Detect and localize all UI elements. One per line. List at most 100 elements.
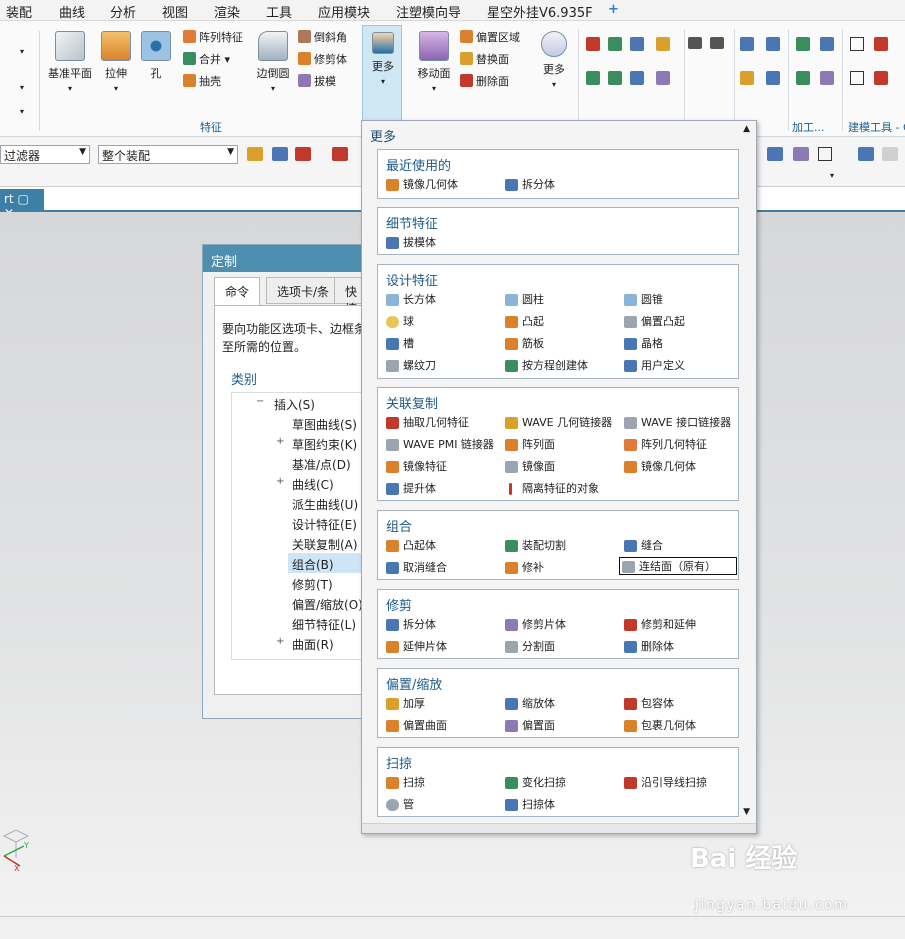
cmd-thicken[interactable]: 加厚 bbox=[384, 695, 425, 713]
form-icon[interactable] bbox=[874, 37, 888, 51]
cmd-trim-and-extend[interactable]: 修剪和延伸 bbox=[622, 616, 696, 634]
hole-button[interactable]: 孔 bbox=[140, 31, 172, 81]
triangle-icon[interactable] bbox=[850, 37, 864, 51]
snap-icon[interactable] bbox=[247, 147, 263, 161]
select-icon[interactable] bbox=[295, 147, 311, 161]
chart-icon[interactable] bbox=[656, 71, 670, 85]
view-icon[interactable] bbox=[767, 147, 783, 161]
delete-face-button[interactable]: 删除面 bbox=[460, 73, 509, 89]
tab-tabs-bars[interactable]: 选项卡/条 bbox=[266, 277, 341, 304]
cmd-user-defined[interactable]: 用户定义 bbox=[622, 357, 685, 375]
cmd-boss[interactable]: 凸起 bbox=[503, 313, 544, 331]
cmd-slot[interactable]: 槽 bbox=[384, 335, 414, 353]
menu-assembly[interactable]: 装配 bbox=[6, 2, 32, 21]
cmd-mirror-feature[interactable]: 镜像特征 bbox=[384, 458, 447, 476]
assembly-scope-combo[interactable]: 整个装配 ▼ bbox=[98, 145, 238, 164]
offset-region-button[interactable]: 偏置区域 bbox=[460, 29, 520, 45]
menu-mold-wizard[interactable]: 注塑模向导 bbox=[396, 2, 461, 21]
cmd-isolate-feature-objects[interactable]: 隔离特征的对象 bbox=[503, 480, 599, 498]
grid-icon[interactable] bbox=[818, 147, 832, 161]
table-icon[interactable] bbox=[850, 71, 864, 85]
chevron-down-icon[interactable]: ▾ bbox=[20, 83, 24, 92]
tree-expander[interactable]: + bbox=[276, 476, 284, 487]
unite-button[interactable]: 合并 ▾ bbox=[183, 51, 230, 67]
draft-button[interactable]: 拔模 bbox=[298, 73, 336, 89]
path-icon[interactable] bbox=[796, 71, 810, 85]
chevron-down-icon[interactable]: ▾ bbox=[830, 171, 834, 180]
menu-curve[interactable]: 曲线 bbox=[59, 2, 85, 21]
arrow-icon[interactable] bbox=[586, 71, 600, 85]
cmd-scale-body[interactable]: 缩放体 bbox=[503, 695, 555, 713]
tree-expander[interactable]: − bbox=[256, 396, 264, 407]
cmd-draft-body[interactable]: 拔模体 bbox=[384, 234, 436, 252]
chevron-down-icon[interactable]: ▾ bbox=[20, 47, 24, 56]
menu-render[interactable]: 渲染 bbox=[214, 2, 240, 21]
cmd-rib[interactable]: 筋板 bbox=[503, 335, 544, 353]
cmd-pattern-geometry[interactable]: 阵列几何特征 bbox=[622, 436, 707, 454]
cmd-wave-interface-linker[interactable]: WAVE 接口链接器 bbox=[622, 414, 731, 432]
curve-icon[interactable] bbox=[688, 37, 702, 49]
cmd-block[interactable]: 长方体 bbox=[384, 291, 436, 309]
replace-face-button[interactable]: 替换面 bbox=[460, 51, 509, 67]
cmd-tube[interactable]: 管 bbox=[384, 796, 414, 814]
cmd-lattice[interactable]: 晶格 bbox=[622, 335, 663, 353]
filter-combo[interactable]: 过滤器 ▼ bbox=[0, 145, 90, 164]
list-icon[interactable] bbox=[740, 37, 754, 51]
cmd-extend-sheet[interactable]: 延伸片体 bbox=[384, 638, 447, 656]
cmd-swept[interactable]: 扫掠 bbox=[384, 774, 425, 792]
cmd-emboss-body[interactable]: 凸起体 bbox=[384, 537, 436, 555]
pen-icon[interactable] bbox=[766, 37, 780, 51]
cmd-unsew[interactable]: 取消缝合 bbox=[384, 559, 447, 577]
cmd-promote-body[interactable]: 提升体 bbox=[384, 480, 436, 498]
scroll-down-icon[interactable]: ▼ bbox=[743, 807, 750, 817]
popup-resize-grip[interactable] bbox=[362, 823, 756, 833]
cmd-split-body[interactable]: 拆分体 bbox=[503, 176, 555, 194]
cmd-body-by-equation[interactable]: 按方程创建体 bbox=[503, 357, 588, 375]
tree-expander[interactable]: + bbox=[276, 636, 284, 647]
check-icon[interactable] bbox=[796, 37, 810, 51]
chevron-down-icon[interactable]: ▾ bbox=[20, 107, 24, 116]
cmd-sew[interactable]: 缝合 bbox=[622, 537, 663, 555]
cmd-wave-pmi-linker[interactable]: WAVE PMI 链接器 bbox=[384, 436, 494, 454]
ruler-icon[interactable] bbox=[874, 71, 888, 85]
cmd-cylinder[interactable]: 圆柱 bbox=[503, 291, 544, 309]
extrude-button[interactable]: 拉伸 ▾ bbox=[100, 31, 132, 94]
shell-button[interactable]: 抽壳 bbox=[183, 73, 221, 89]
cmd-mirror-face[interactable]: 镜像面 bbox=[503, 458, 555, 476]
trim-curve-icon[interactable] bbox=[586, 37, 600, 51]
cmd-assembly-cut[interactable]: 装配切割 bbox=[503, 537, 566, 555]
tools-icon[interactable] bbox=[608, 71, 622, 85]
trim-body-button[interactable]: 修剪体 bbox=[298, 51, 347, 67]
curve-icon[interactable] bbox=[710, 37, 724, 49]
pattern-feature-button[interactable]: 阵列特征 bbox=[183, 29, 243, 45]
more-button-2[interactable]: 更多 ▾ bbox=[536, 31, 572, 90]
tool-icon[interactable] bbox=[766, 71, 780, 85]
cmd-wave-geometry-linker[interactable]: WAVE 几何链接器 bbox=[503, 414, 612, 432]
cmd-trim-sheet[interactable]: 修剪片体 bbox=[503, 616, 566, 634]
cmd-sweep-volume[interactable]: 扫掠体 bbox=[503, 796, 555, 814]
cmd-offset-surface[interactable]: 偏置曲面 bbox=[384, 717, 447, 735]
cmd-split-body-2[interactable]: 拆分体 bbox=[384, 616, 436, 634]
cmd-mirror-geometry-2[interactable]: 镜像几何体 bbox=[622, 458, 696, 476]
scroll-up-icon[interactable]: ▲ bbox=[743, 124, 750, 134]
tab-commands[interactable]: 命令 bbox=[214, 277, 261, 306]
cmd-join-face-legacy[interactable]: 连结面（原有） bbox=[619, 557, 737, 575]
camera-icon[interactable] bbox=[858, 147, 874, 161]
machine-icon[interactable] bbox=[820, 37, 834, 51]
cmd-sphere[interactable]: 球 bbox=[384, 313, 414, 331]
filter-icon[interactable] bbox=[272, 147, 288, 161]
axis-icon[interactable] bbox=[820, 71, 834, 85]
layer-icon[interactable] bbox=[882, 147, 898, 161]
body-icon[interactable] bbox=[630, 37, 644, 51]
cmd-bounding-body[interactable]: 包容体 bbox=[622, 695, 674, 713]
cmd-thread[interactable]: 螺纹刀 bbox=[384, 357, 436, 375]
menu-view[interactable]: 视图 bbox=[162, 2, 188, 21]
move-face-button[interactable]: 移动面 ▾ bbox=[414, 31, 454, 94]
cmd-patch[interactable]: 修补 bbox=[503, 559, 544, 577]
cmd-delete-body[interactable]: 删除体 bbox=[622, 638, 674, 656]
cmd-variational-sweep[interactable]: 变化扫掠 bbox=[503, 774, 566, 792]
cmd-mirror-geometry[interactable]: 镜像几何体 bbox=[384, 176, 458, 194]
tree-expander[interactable]: + bbox=[276, 436, 284, 447]
menu-tools[interactable]: 工具 bbox=[266, 2, 292, 21]
chamfer-button[interactable]: 倒斜角 bbox=[298, 29, 347, 45]
